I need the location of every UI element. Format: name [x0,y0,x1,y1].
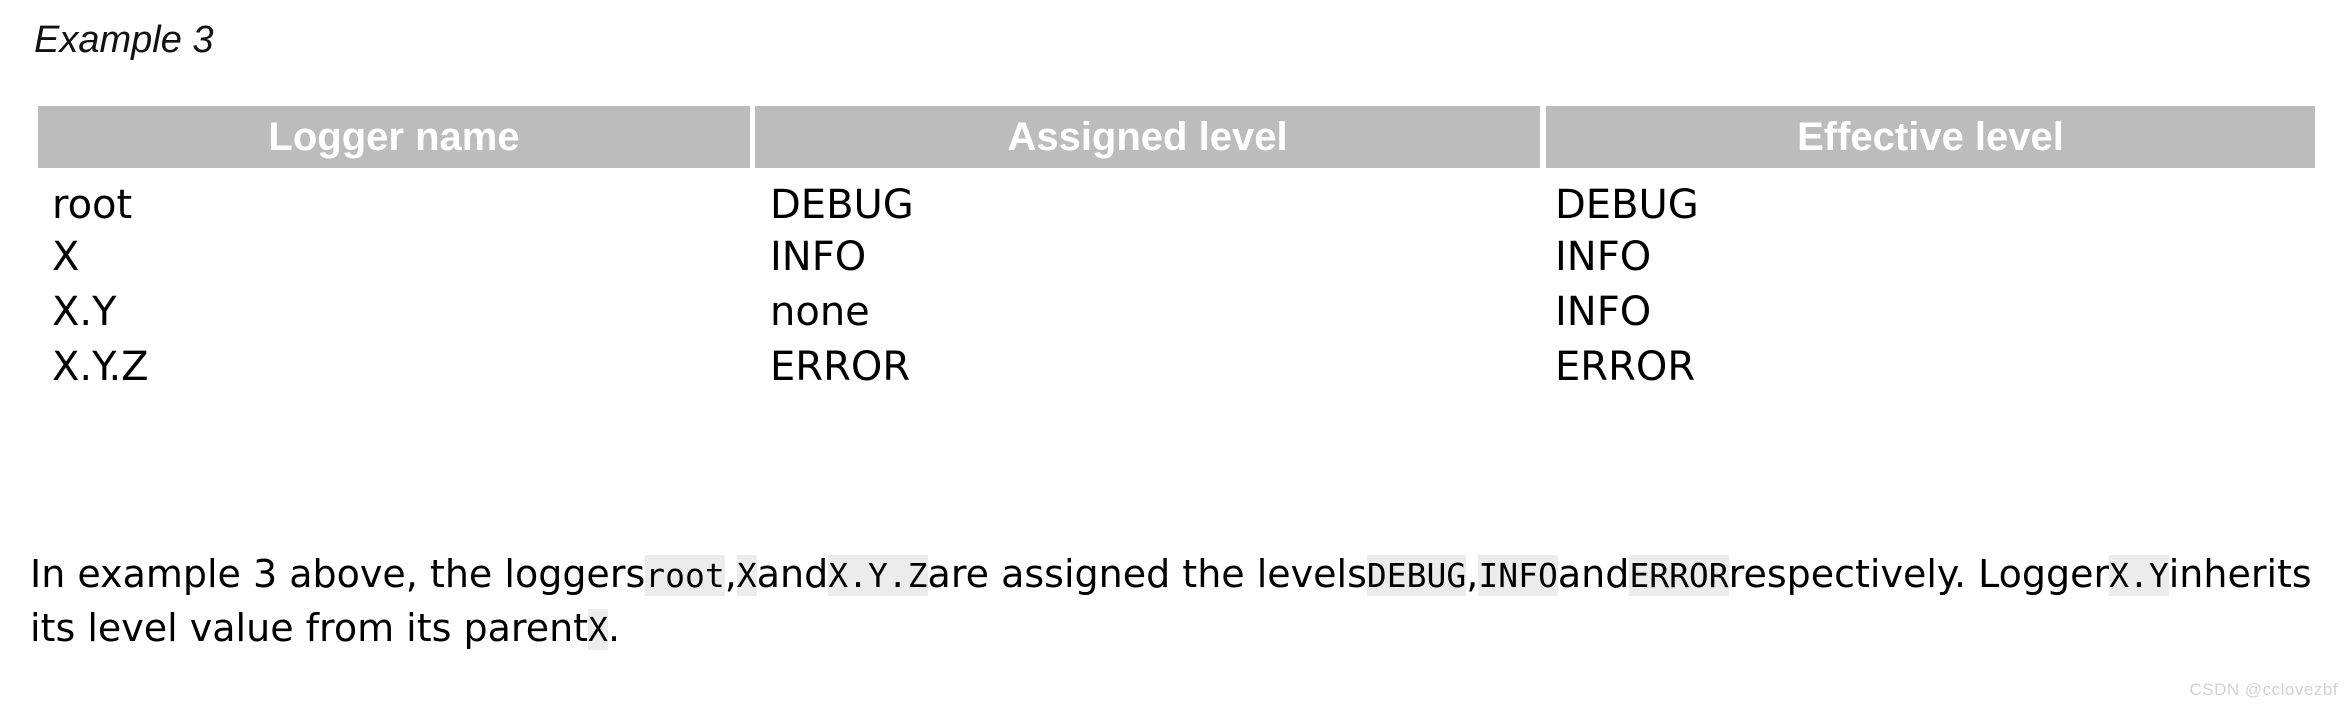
code-logger-parent-x: X [588,609,608,650]
table-header-row: Logger name Assigned level Effective lev… [0,106,2352,168]
cell-effective-level: ERROR [1555,344,1696,390]
cell-effective-level: INFO [1555,234,1652,280]
code-logger-root: root [645,555,725,596]
cell-logger-name: X.Y [52,289,117,335]
code-level-error: ERROR [1629,555,1729,596]
cell-logger-name: root [52,182,133,228]
example-caption: Example 3 [34,19,214,61]
cell-assigned-level: none [770,289,870,335]
code-logger-xy: X.Y [2109,555,2169,596]
explanation-text-2: , [724,552,737,596]
cell-effective-level: DEBUG [1555,182,1699,228]
cell-effective-level: INFO [1555,289,1652,335]
csdn-watermark: CSDN @cclovezbf [2189,680,2338,699]
explanation-paragraph: In example 3 above, the loggersroot,Xand… [30,548,2320,656]
code-logger-xyz: X.Y.Z [828,555,928,596]
column-header-assigned-level: Assigned level [755,106,1540,168]
cell-logger-name: X.Y.Z [52,344,149,390]
explanation-text-9: . [607,606,621,650]
table-row: X.Y.Z ERROR ERROR [0,340,2352,395]
explanation-text-1: In example 3 above, the loggers [30,552,646,596]
cell-logger-name: X [52,234,80,280]
logger-level-table: Logger name Assigned level Effective lev… [0,106,2352,395]
explanation-text-6: and [1557,552,1630,596]
cell-assigned-level: INFO [770,234,867,280]
code-level-info: INFO [1478,555,1558,596]
explanation-text-4: are assigned the levels [927,552,1367,596]
explanation-text-5: , [1466,552,1479,596]
cell-assigned-level: ERROR [770,344,911,390]
explanation-text-3: and [756,552,829,596]
explanation-text-7: respectively. Logger [1728,552,2110,596]
table-row: X.Y none INFO [0,285,2352,340]
code-level-debug: DEBUG [1366,555,1467,596]
table-row: X INFO INFO [0,230,2352,285]
table-row: root DEBUG DEBUG [0,168,2352,230]
column-header-effective-level: Effective level [1546,106,2315,168]
cell-assigned-level: DEBUG [770,182,914,228]
code-logger-x: X [736,555,757,596]
column-header-logger-name: Logger name [38,106,750,168]
